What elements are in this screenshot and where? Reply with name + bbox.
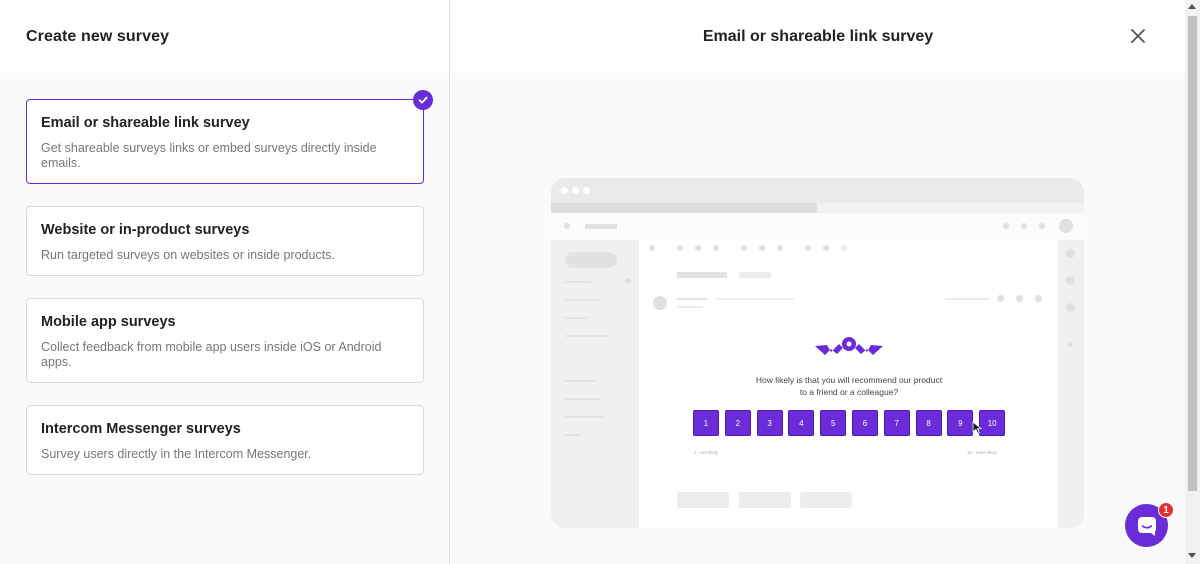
scale-low-label: 1 - not likely — [694, 450, 719, 455]
left-header: Create new survey — [0, 0, 449, 73]
option-description: Survey users directly in the Intercom Me… — [41, 447, 312, 461]
nps-option: 2 — [724, 410, 751, 436]
preview-panel: Email or shareable link survey How likel… — [451, 0, 1185, 564]
nps-option: 8 — [915, 410, 942, 436]
window-dot — [583, 187, 590, 194]
scroll-thumb[interactable] — [1188, 16, 1197, 491]
messenger-launcher-button[interactable]: 1 — [1125, 502, 1174, 547]
browser-tabbar — [551, 203, 1084, 213]
panel-title: Create new survey — [26, 27, 170, 45]
scroll-up-arrow-icon[interactable] — [1188, 4, 1196, 9]
nps-scale: 1 2 3 4 5 6 7 8 9 10 — [693, 410, 1011, 436]
option-email-survey[interactable]: Email or shareable link survey Get share… — [26, 90, 433, 184]
nps-option: 4 — [788, 410, 815, 436]
option-title: Website or in-product surveys — [41, 222, 250, 238]
browser-navbar — [551, 213, 1084, 240]
option-description: Get shareable surveys links or embed sur… — [41, 141, 377, 170]
survey-type-panel: Create new survey Email or shareable lin… — [0, 0, 450, 564]
cursor-icon — [972, 421, 983, 439]
survey-question: How likely is that you will recommend ou… — [691, 374, 1007, 398]
scale-high-label: 10 - most likely — [967, 450, 998, 455]
nps-option: 6 — [851, 410, 878, 436]
option-description: Run targeted surveys on websites or insi… — [41, 248, 335, 262]
option-title: Email or shareable link survey — [41, 115, 250, 131]
survey-preview-illustration: How likely is that you will recommend ou… — [551, 178, 1084, 528]
nps-option: 3 — [756, 410, 783, 436]
survey-brand-icon — [813, 336, 885, 365]
option-website-survey[interactable]: Website or in-product surveys Run target… — [26, 206, 424, 276]
survey-option-list: Email or shareable link survey Get share… — [0, 73, 449, 475]
check-icon — [413, 90, 433, 110]
mock-sidebar — [551, 240, 639, 528]
option-description: Collect feedback from mobile app users i… — [41, 340, 382, 369]
close-icon[interactable] — [1129, 27, 1147, 45]
window-dot — [572, 187, 579, 194]
option-messenger-survey[interactable]: Intercom Messenger surveys Survey users … — [26, 405, 424, 475]
nps-option: 7 — [883, 410, 910, 436]
nps-option: 9 — [947, 410, 974, 436]
nps-option: 10 — [979, 410, 1006, 436]
question-line: How likely is that you will recommend ou… — [755, 375, 943, 385]
browser-chrome — [551, 178, 1084, 203]
page-scrollbar[interactable] — [1185, 0, 1200, 564]
preview-title: Email or shareable link survey — [702, 27, 934, 45]
mock-rightbar — [1058, 240, 1084, 528]
window-dot — [561, 187, 568, 194]
nps-option: 5 — [820, 410, 847, 436]
question-line: to a friend or a colleague? — [799, 387, 899, 397]
chat-icon — [1137, 516, 1156, 536]
option-mobile-survey[interactable]: Mobile app surveys Collect feedback from… — [26, 298, 424, 383]
option-title: Mobile app surveys — [41, 314, 176, 330]
right-header: Email or shareable link survey — [451, 0, 1185, 73]
nps-option: 1 — [693, 410, 719, 436]
notification-badge: 1 — [1158, 502, 1174, 518]
option-title: Intercom Messenger surveys — [41, 421, 241, 437]
scroll-down-arrow-icon[interactable] — [1188, 553, 1196, 558]
